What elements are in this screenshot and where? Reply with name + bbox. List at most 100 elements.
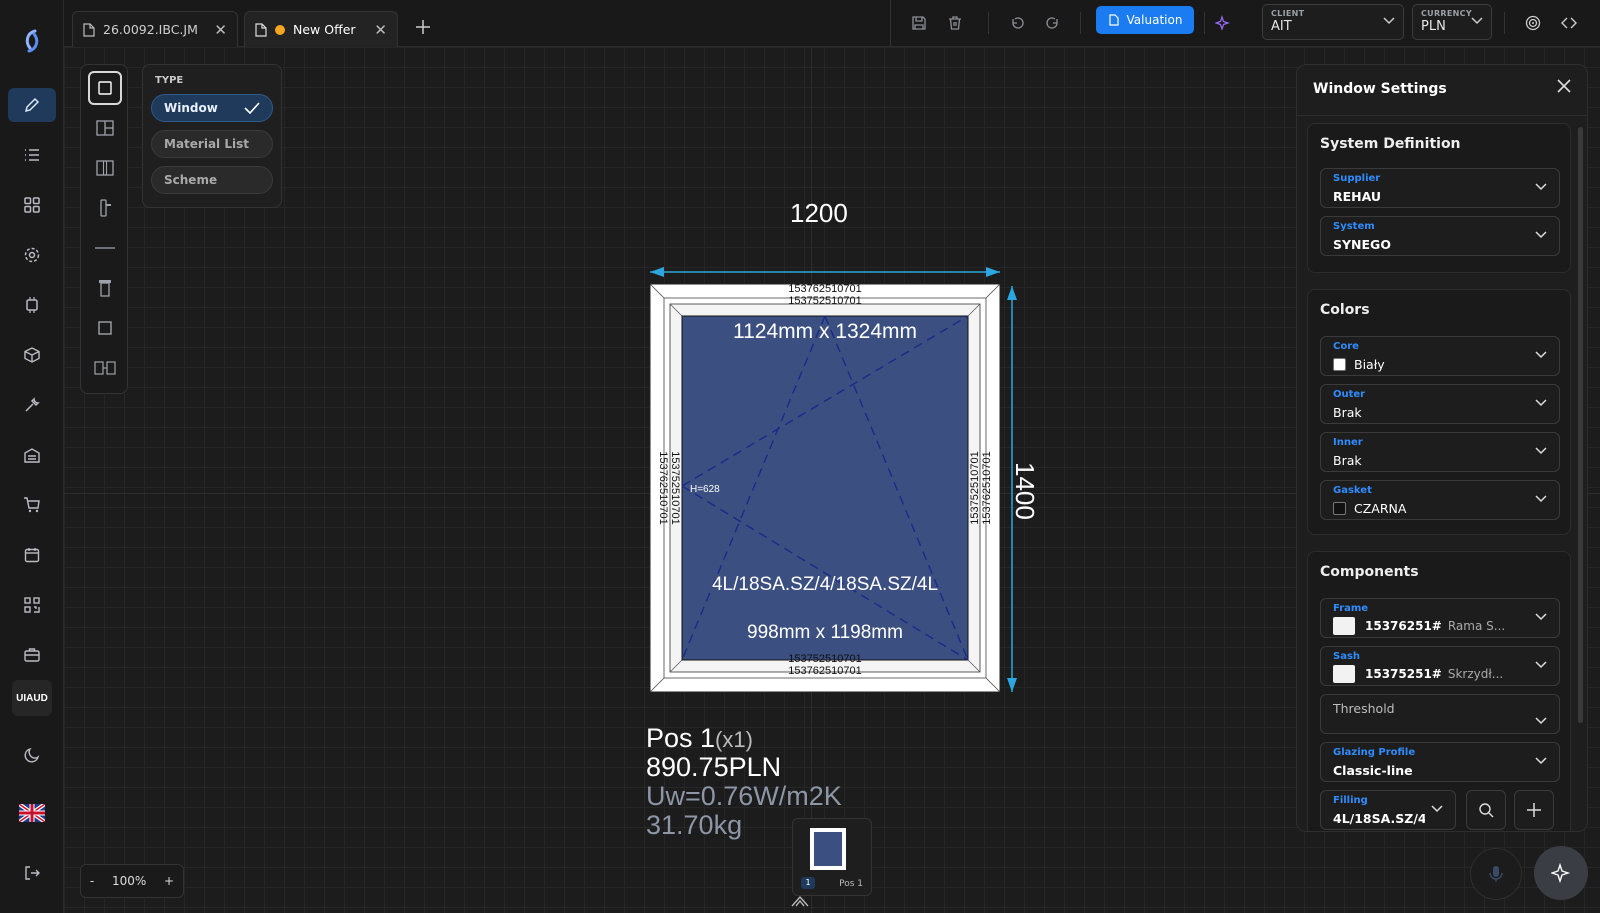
- coupling-icon[interactable]: [88, 351, 122, 385]
- calendar-icon[interactable]: [8, 538, 56, 572]
- frame-square-icon[interactable]: [88, 311, 122, 345]
- section-title: System Definition: [1320, 136, 1461, 152]
- cart-icon[interactable]: [8, 488, 56, 522]
- grid-icon[interactable]: [8, 188, 56, 222]
- zoom-in-button[interactable]: +: [164, 874, 174, 888]
- width-dimension-label[interactable]: 1200: [790, 198, 848, 229]
- sash-select[interactable]: Sash 15375251# Skrzydł...: [1320, 646, 1560, 686]
- position-name: Pos 1: [646, 723, 716, 753]
- frame-select[interactable]: Frame 15376251# Rama S...: [1320, 598, 1560, 638]
- undo-icon[interactable]: [1004, 10, 1030, 36]
- left-rail: UIAUD: [0, 0, 64, 913]
- glass-pane[interactable]: [681, 315, 969, 661]
- core-color-select[interactable]: Core Biały: [1320, 336, 1560, 376]
- check-icon: [244, 102, 260, 114]
- type-option-scheme[interactable]: Scheme: [151, 166, 273, 194]
- top-light-icon[interactable]: [88, 271, 122, 305]
- gasket-color-select[interactable]: Gasket CZARNA: [1320, 480, 1560, 520]
- threshold-select[interactable]: Threshold: [1320, 694, 1560, 734]
- filling-select[interactable]: Filling 4L/18SA.SZ/4/: [1320, 790, 1456, 830]
- box-icon[interactable]: [8, 338, 56, 372]
- close-icon[interactable]: ✕: [374, 21, 387, 39]
- chevron-down-icon: [1535, 231, 1547, 239]
- tab-new-offer[interactable]: New Offer ✕: [244, 11, 398, 47]
- type-option-material-list[interactable]: Material List: [151, 130, 273, 158]
- color-swatch: [1333, 502, 1346, 515]
- chip-icon[interactable]: [8, 288, 56, 322]
- redo-icon[interactable]: [1040, 10, 1066, 36]
- user-avatar[interactable]: UIAUD: [12, 680, 52, 716]
- ai-sparkle-icon[interactable]: [1210, 10, 1236, 36]
- ai-assistant-button[interactable]: [1534, 846, 1588, 900]
- close-icon[interactable]: [1557, 79, 1571, 93]
- divider: [988, 12, 989, 34]
- chevron-down-icon: [1535, 717, 1547, 725]
- microphone-button[interactable]: [1470, 848, 1522, 900]
- settings-scrollbar[interactable]: [1578, 127, 1583, 723]
- inner-color-select[interactable]: Inner Brak: [1320, 432, 1560, 472]
- window-tool-square-icon[interactable]: [88, 71, 122, 105]
- add-tab-plus-icon[interactable]: [410, 14, 436, 40]
- line-tool-icon[interactable]: [88, 231, 122, 265]
- trash-icon[interactable]: [942, 10, 968, 36]
- divider: [1504, 12, 1505, 34]
- profile-code-right-outer: 153762510701: [981, 451, 993, 524]
- color-swatch: [1333, 358, 1346, 371]
- search-filling-button[interactable]: [1466, 790, 1506, 830]
- settings-title: Window Settings: [1313, 81, 1447, 97]
- outer-color-select[interactable]: Outer Brak: [1320, 384, 1560, 424]
- field-value: 4L/18SA.SZ/4/: [1333, 811, 1425, 826]
- profile-code-left-inner: 153752510701: [669, 451, 681, 524]
- qr-code-icon[interactable]: [8, 588, 56, 622]
- valuation-button[interactable]: Valuation: [1096, 6, 1194, 34]
- position-price: 890.75PLN: [646, 752, 782, 782]
- profile-thumbnail: [1333, 665, 1355, 683]
- chevron-down-icon: [1471, 17, 1483, 25]
- field-value: REHAU: [1333, 189, 1382, 204]
- profile-thumbnail: [1333, 617, 1355, 635]
- list-icon[interactable]: [8, 138, 56, 172]
- dark-mode-moon-icon[interactable]: [8, 738, 56, 772]
- settings-gear-icon[interactable]: [8, 238, 56, 272]
- close-icon[interactable]: ✕: [214, 21, 227, 39]
- uk-flag-icon[interactable]: [8, 796, 56, 830]
- target-icon[interactable]: [1520, 10, 1546, 36]
- client-value: AIT: [1271, 19, 1292, 34]
- components-section: Components Frame 15376251# Rama S... Sash…: [1307, 551, 1571, 831]
- tab-offer-1[interactable]: 26.0092.IBC.JM ✕: [72, 11, 238, 47]
- supplier-select[interactable]: Supplier REHAU: [1320, 168, 1560, 208]
- wrench-icon[interactable]: [8, 388, 56, 422]
- profile-code-bottom-inner: 153752510701: [788, 653, 861, 665]
- currency-select[interactable]: CURRENCY PLN: [1412, 4, 1492, 40]
- position-thumbnail[interactable]: 1 Pos 1: [792, 818, 872, 896]
- type-option-window[interactable]: Window: [151, 94, 273, 122]
- edit-pencil-icon[interactable]: [8, 88, 56, 122]
- save-icon[interactable]: [906, 10, 932, 36]
- valuation-label: Valuation: [1126, 13, 1183, 27]
- handle-icon[interactable]: [88, 191, 122, 225]
- split-panel-icon[interactable]: [88, 111, 122, 145]
- logout-icon[interactable]: [8, 856, 56, 890]
- thumbnail-label: Pos 1: [839, 879, 863, 889]
- warehouse-icon[interactable]: [8, 438, 56, 472]
- search-icon: [1479, 803, 1494, 818]
- briefcase-icon[interactable]: [8, 638, 56, 672]
- chevron-down-icon: [1383, 17, 1395, 25]
- window-drawing[interactable]: 153762510701 153752510701 153752510701 1…: [640, 260, 1020, 700]
- add-filling-button[interactable]: [1514, 790, 1554, 830]
- chevron-down-icon: [1535, 661, 1547, 669]
- client-select[interactable]: CLIENT AIT: [1262, 4, 1404, 40]
- divider: [1204, 12, 1205, 34]
- collapse-tray-icon[interactable]: [790, 894, 810, 908]
- system-select[interactable]: System SYNEGO: [1320, 216, 1560, 256]
- field-label: Core: [1333, 341, 1359, 352]
- mullion-icon[interactable]: [88, 151, 122, 185]
- chevron-down-icon: [1535, 447, 1547, 455]
- type-option-label: Window: [164, 101, 218, 115]
- zoom-out-button[interactable]: -: [90, 874, 94, 888]
- code-icon[interactable]: [1556, 10, 1582, 36]
- app-logo-icon[interactable]: [8, 24, 56, 58]
- handle-height-label: H=628: [690, 484, 720, 495]
- glazing-profile-select[interactable]: Glazing Profile Classic-line: [1320, 742, 1560, 782]
- profile-code-top-inner: 153752510701: [788, 295, 861, 307]
